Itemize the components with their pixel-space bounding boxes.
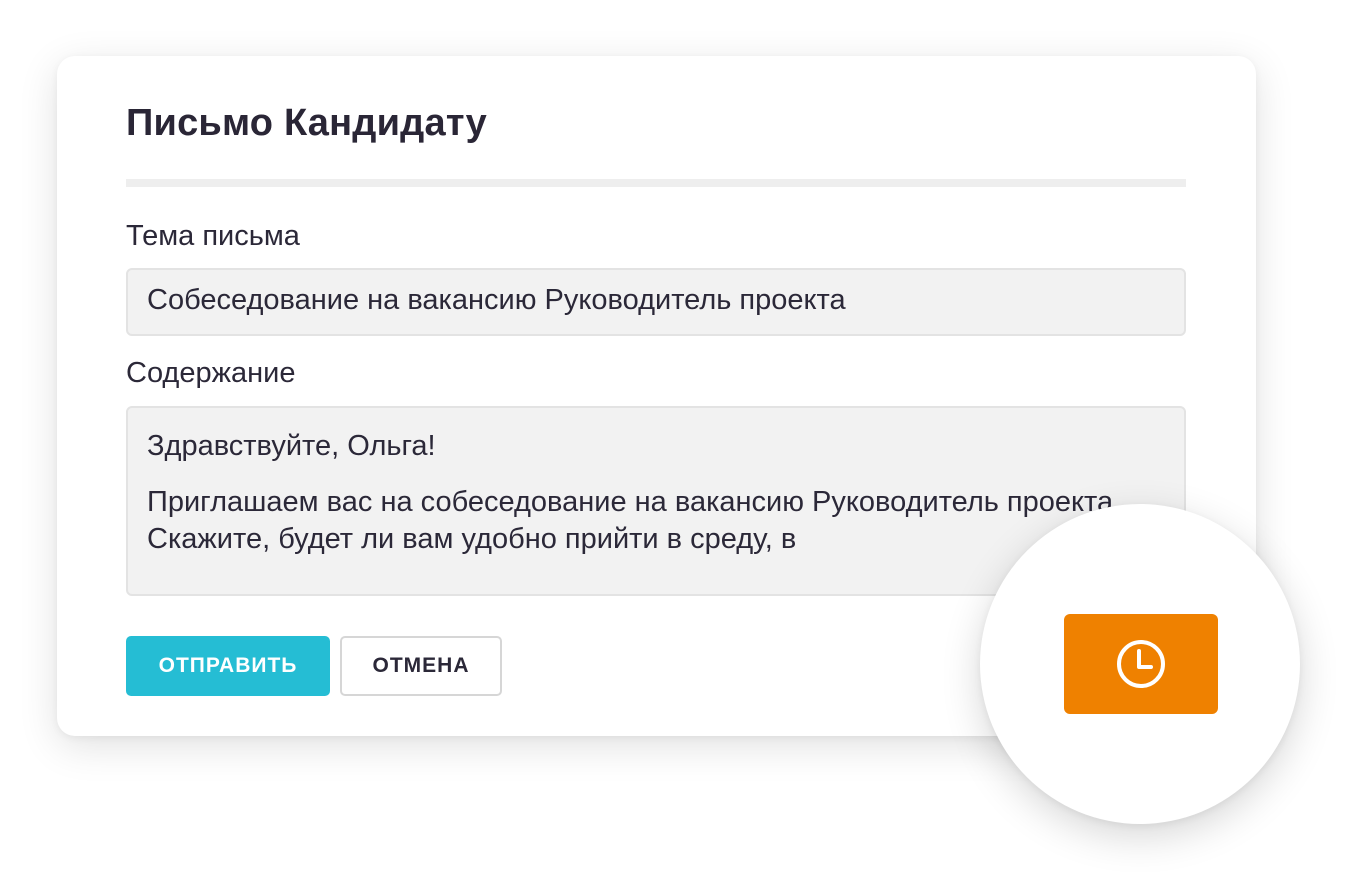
schedule-send-button[interactable] xyxy=(1064,614,1218,714)
cancel-button[interactable]: Отмена xyxy=(340,636,502,696)
title-divider xyxy=(126,179,1186,187)
send-button-label: Отправить xyxy=(158,654,298,677)
content-body: Приглашаем вас на собеседование на вакан… xyxy=(147,486,1122,555)
send-button[interactable]: Отправить xyxy=(126,636,330,696)
stage: Письмо Кандидату Тема письма Собеседован… xyxy=(0,0,1358,892)
clock-icon xyxy=(1117,640,1165,688)
subject-value: Собеседование на вакансию Руководитель п… xyxy=(147,284,846,316)
subject-input[interactable]: Собеседование на вакансию Руководитель п… xyxy=(126,268,1186,336)
content-greeting: Здравствуйте, Ольга! xyxy=(147,430,436,462)
cancel-button-label: Отмена xyxy=(372,654,470,677)
content-label: Содержание xyxy=(126,357,296,389)
zoom-magnifier xyxy=(980,504,1300,824)
subject-label: Тема письма xyxy=(126,220,300,252)
dialog-title: Письмо Кандидату xyxy=(126,102,487,144)
